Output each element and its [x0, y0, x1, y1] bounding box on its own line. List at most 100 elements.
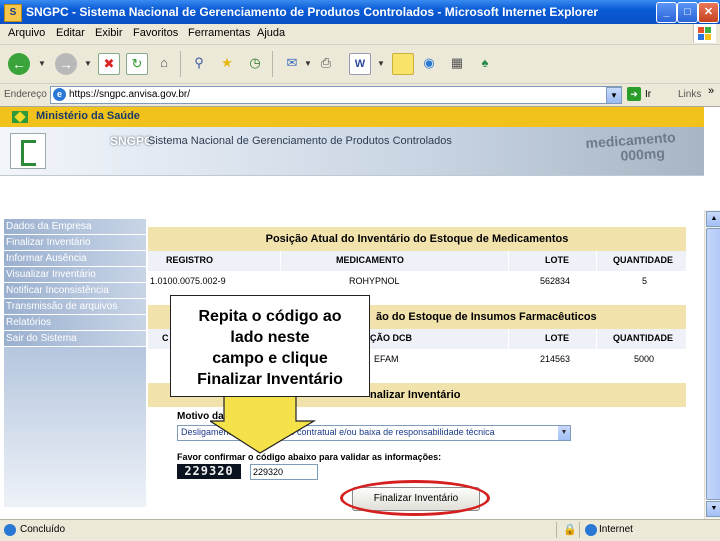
nav-informar-ausencia[interactable]: Informar Ausência	[4, 251, 146, 267]
print-icon[interactable]: ⎙	[316, 53, 336, 73]
back-dropdown-icon[interactable]: ▼	[38, 59, 46, 68]
search-icon[interactable]: ⚲	[189, 53, 209, 73]
refresh-icon[interactable]: ↻	[126, 53, 148, 75]
col-lote: LOTE	[545, 255, 569, 265]
col-quantidade: QUANTIDADE	[613, 333, 673, 343]
captcha-image: 229320	[177, 464, 241, 479]
cell-descricao: EFAM	[374, 354, 399, 364]
cell-medicamento: ROHYPNOL	[349, 276, 400, 286]
panel-insumos-title-text: ão do Estoque de Insumos Farmacêuticos	[376, 311, 597, 323]
brazil-flag-icon	[12, 111, 28, 123]
ministry-bar: Ministério da Saúde	[0, 107, 704, 127]
window-title: SNGPC - Sistema Nacional de Gerenciament…	[26, 5, 599, 19]
side-menu: Dados da Empresa Finalizar Inventário In…	[4, 219, 146, 507]
menu-bar: Arquivo Editar Exibir Favoritos Ferramen…	[0, 24, 720, 45]
cell-lote: 562834	[540, 276, 571, 286]
highlight-ring	[340, 480, 490, 516]
favorites-icon[interactable]: ★	[217, 53, 237, 73]
ie-page-icon: e	[53, 88, 66, 101]
code-input[interactable]	[250, 464, 318, 480]
menu-editar[interactable]: Editar	[56, 27, 85, 39]
cell-quantidade: 5000	[634, 354, 655, 364]
scroll-up-icon[interactable]: ▲	[706, 211, 720, 227]
menu-favoritos[interactable]: Favoritos	[133, 27, 178, 39]
menu-ferramentas[interactable]: Ferramentas	[188, 27, 250, 39]
toolbar: ← ▼ → ▼ ✖ ↻ ⌂ ⚲ ★ ◷ ✉ ▼ ⎙ W ▼ ◉ ▦ ♠	[0, 45, 720, 84]
scroll-thumb[interactable]	[706, 228, 720, 500]
menu-arquivo[interactable]: Arquivo	[8, 27, 45, 39]
sngpc-banner: SNGPC Sistema Nacional de Gerenciamento …	[0, 127, 704, 176]
discuss-icon[interactable]	[392, 53, 414, 75]
nav-notificar-inconsistencia[interactable]: Notificar Inconsistência	[4, 283, 146, 299]
ie-app-icon: S	[4, 4, 22, 22]
nav-sair[interactable]: Sair do Sistema	[4, 331, 146, 347]
minimize-button[interactable]: _	[656, 2, 677, 23]
mail-icon[interactable]: ✉	[282, 53, 302, 73]
cell-lote: 214563	[540, 354, 571, 364]
chevron-down-icon[interactable]: ▼	[558, 426, 570, 440]
page-content: Ministério da Saúde SNGPC Sistema Nacion…	[0, 107, 704, 519]
banner-fullname: Sistema Nacional de Gerenciamento de Pro…	[148, 135, 452, 147]
research-icon[interactable]: ♠	[475, 53, 495, 73]
status-text: Concluído	[20, 524, 66, 535]
page-done-icon	[4, 524, 16, 536]
col-codigo: C	[162, 333, 169, 343]
nav-dados-empresa[interactable]: Dados da Empresa	[4, 219, 146, 235]
edit-word-icon[interactable]: W	[349, 53, 371, 75]
mail-dropdown-icon[interactable]: ▼	[304, 59, 312, 68]
ministry-title: Ministério da Saúde	[36, 110, 140, 122]
forward-icon[interactable]: →	[55, 53, 77, 75]
title-bar: S SNGPC - Sistema Nacional de Gerenciame…	[0, 0, 720, 24]
table-row: 1.0100.0075.002-9 ROHYPNOL 562834 5	[148, 271, 686, 293]
address-bar: Endereço e https://sngpc.anvisa.gov.br/ …	[0, 84, 720, 107]
menu-exibir[interactable]: Exibir	[95, 27, 123, 39]
col-medicamento: MEDICAMENTO	[336, 255, 404, 265]
menu-ajuda[interactable]: Ajuda	[257, 27, 285, 39]
edit-dropdown-icon[interactable]: ▼	[377, 59, 385, 68]
cell-quantidade: 5	[642, 276, 648, 286]
col-lote: LOTE	[545, 333, 569, 343]
back-icon[interactable]: ←	[8, 53, 30, 75]
address-dropdown-icon[interactable]: ▼	[606, 87, 622, 104]
go-button[interactable]: Ir	[645, 89, 651, 100]
lock-icon: 🔒	[563, 524, 577, 536]
media-icon[interactable]: ▦	[447, 53, 467, 73]
side-menu-fade	[4, 347, 146, 507]
go-icon[interactable]: ➜	[627, 87, 641, 101]
anvisa-logo-icon	[10, 133, 46, 169]
scroll-down-icon[interactable]: ▼	[706, 501, 720, 517]
links-chevron-icon[interactable]: »	[708, 85, 714, 97]
messenger-icon[interactable]: ◉	[419, 53, 439, 73]
history-icon[interactable]: ◷	[245, 53, 265, 73]
address-url[interactable]: https://sngpc.anvisa.gov.br/	[69, 89, 190, 100]
col-quantidade: QUANTIDADE	[613, 255, 673, 265]
close-button[interactable]: ✕	[698, 2, 719, 23]
panel-medicamentos: Posição Atual do Inventário do Estoque d…	[148, 227, 686, 293]
col-registro: REGISTRO	[166, 255, 214, 265]
callout-text: Repita o código ao lado neste campo e cl…	[197, 308, 343, 388]
internet-zone-icon	[585, 524, 597, 536]
address-input[interactable]: e https://sngpc.anvisa.gov.br/	[50, 86, 622, 104]
callout-arrow-icon	[210, 395, 317, 454]
banner-medicine-text: medicamento 000mg	[585, 129, 677, 166]
status-bar: Concluído 🔒 Internet	[0, 519, 720, 541]
forward-dropdown-icon[interactable]: ▼	[84, 59, 92, 68]
vertical-scrollbar[interactable]: ▲ ▼	[704, 210, 720, 519]
panel-medicamentos-title-text: Posição Atual do Inventário do Estoque d…	[265, 233, 569, 245]
address-label: Endereço	[4, 89, 47, 100]
links-label[interactable]: Links	[678, 89, 701, 100]
col-descricao-dcb: ÇÃO DCB	[370, 333, 412, 343]
banner-acronym: SNGPC	[110, 134, 153, 148]
cell-registro: 1.0100.0075.002-9	[150, 276, 226, 286]
maximize-button[interactable]: □	[677, 2, 698, 23]
table-header: REGISTRO MEDICAMENTO LOTE QUANTIDADE	[148, 251, 686, 271]
nav-visualizar-inventario[interactable]: Visualizar Inventário	[4, 267, 146, 283]
nav-relatorios[interactable]: Relatórios	[4, 315, 146, 331]
stop-icon[interactable]: ✖	[98, 53, 120, 75]
windows-logo-icon	[693, 24, 716, 43]
nav-transmissao-arquivos[interactable]: Transmissão de arquivos	[4, 299, 146, 315]
home-icon[interactable]: ⌂	[154, 53, 174, 73]
nav-finalizar-inventario[interactable]: Finalizar Inventário	[4, 235, 146, 251]
instruction-callout: Repita o código ao lado neste campo e cl…	[170, 295, 370, 397]
security-zone: Internet	[599, 524, 633, 535]
